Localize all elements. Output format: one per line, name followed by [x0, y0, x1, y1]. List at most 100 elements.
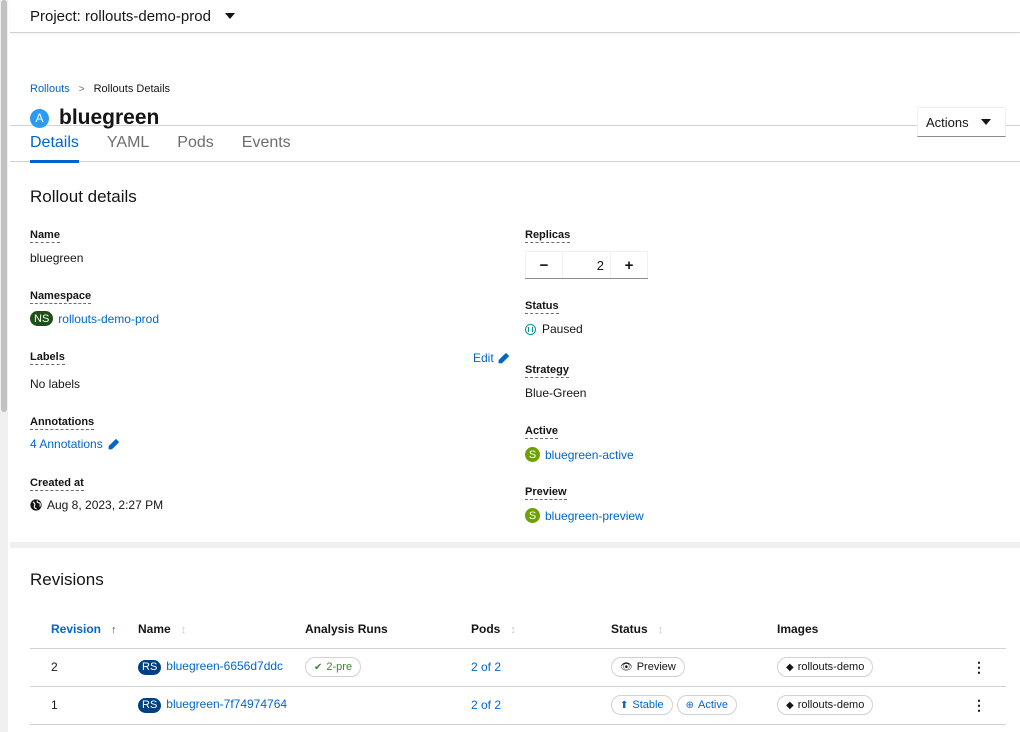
check-icon: ✔ — [314, 661, 323, 673]
name-value: bluegreen — [30, 251, 84, 265]
status-pill-preview: 👁 Preview — [611, 657, 685, 677]
analysis-run-pill[interactable]: ✔ 2-pre — [305, 657, 362, 677]
revision-cell: 2 — [30, 647, 138, 686]
replicaset-badge-icon: RS — [138, 659, 162, 675]
status-text: Paused — [542, 322, 583, 336]
replicas-input[interactable]: 2 — [563, 251, 610, 278]
image-pill: ◆ rollouts-demo — [777, 695, 874, 715]
actions-dropdown[interactable]: Actions — [917, 107, 1006, 137]
eye-icon: 👁 — [620, 661, 633, 673]
breadcrumb: Rollouts > Rollouts Details — [30, 83, 170, 95]
kebab-menu-icon[interactable]: ⋮ — [952, 647, 1006, 686]
preview-service-link[interactable]: bluegreen-preview — [545, 509, 644, 523]
target-icon: ⊕ — [685, 699, 694, 711]
service-badge-icon: S — [525, 508, 540, 523]
name-term: Name — [30, 229, 60, 243]
replicas-plus-button[interactable]: + — [610, 251, 648, 278]
replicaset-link[interactable]: bluegreen-6656d7ddc — [166, 659, 283, 673]
section-divider — [10, 542, 1020, 548]
revision-cell: 1 — [30, 685, 138, 725]
edit-label: Edit — [473, 351, 494, 365]
status-cell: ⬆ Stable ⊕ Active — [611, 685, 777, 725]
table-row: 2 RS bluegreen-6656d7ddc ✔ 2-pre 2 of 2 👁 P… — [30, 647, 1006, 686]
revisions-table: Revision ↑ Name ↕ Analysis Runs Pods ↕ Stat… — [30, 610, 1006, 725]
replicaset-link[interactable]: bluegreen-7f74974764 — [166, 697, 287, 711]
status-cell: 👁 Preview — [611, 647, 777, 686]
globe-icon — [30, 499, 42, 511]
pods-cell: 2 of 2 — [471, 685, 611, 725]
tab-details[interactable]: Details — [30, 126, 79, 163]
rollout-details-title: Rollout details — [30, 187, 137, 206]
project-selector[interactable]: Project: rollouts-demo-prod — [10, 0, 1020, 33]
created-at-text: Aug 8, 2023, 2:27 PM — [47, 498, 164, 512]
sort-icon: ↕ — [510, 623, 516, 636]
scrollbar-thumb[interactable] — [1, 0, 7, 412]
labels-term: Labels — [30, 351, 65, 365]
caret-down-icon — [224, 13, 235, 19]
active-service-link[interactable]: bluegreen-active — [545, 448, 634, 462]
pods-link[interactable]: 2 of 2 — [471, 660, 501, 674]
breadcrumb-current: Rollouts Details — [93, 83, 171, 95]
status-term: Status — [525, 300, 559, 314]
table-row: 1 RS bluegreen-7f74974764 2 of 2 ⬆ Stable ⊕… — [30, 685, 1006, 725]
column-header-revision[interactable]: Revision ↑ — [30, 610, 138, 648]
actions-label: Actions — [926, 114, 969, 130]
preview-term: Preview — [525, 486, 567, 500]
name-cell: RS bluegreen-6656d7ddc — [138, 647, 305, 686]
namespace-link[interactable]: rollouts-demo-prod — [58, 312, 159, 326]
tab-yaml[interactable]: YAML — [107, 126, 149, 162]
replicas-stepper: − 2 + — [525, 251, 648, 279]
active-term: Active — [525, 425, 559, 439]
tab-bar: Details YAML Pods Events — [10, 126, 1020, 163]
column-header-analysis-runs: Analysis Runs — [305, 621, 388, 636]
column-header-status[interactable]: Status ↕ — [611, 610, 777, 648]
pencil-icon — [498, 352, 509, 363]
sort-icon: ↕ — [180, 623, 187, 636]
sort-up-icon: ↑ — [111, 623, 117, 636]
replicas-minus-button[interactable]: − — [525, 251, 563, 278]
status-pill-stable: ⬆ Stable — [611, 695, 673, 715]
preview-value: S bluegreen-preview — [525, 508, 644, 523]
breadcrumb-rollouts-link[interactable]: Rollouts — [30, 83, 70, 95]
page-header: Rollouts > Rollouts Details A bluegreen … — [10, 33, 1020, 137]
images-cell: ◆ rollouts-demo — [777, 647, 952, 686]
active-value: S bluegreen-active — [525, 447, 634, 462]
page-scrollbar[interactable] — [0, 0, 8, 732]
pods-link[interactable]: 2 of 2 — [471, 698, 501, 712]
created-at-term: Created at — [30, 477, 84, 491]
kebab-menu-icon[interactable]: ⋮ — [952, 685, 1006, 725]
analysis-cell — [305, 685, 471, 725]
arrow-up-circle-icon: ⬆ — [620, 699, 629, 711]
labels-value: No labels — [30, 377, 81, 391]
annotations-term: Annotations — [30, 416, 95, 430]
table-header-row: Revision ↑ Name ↕ Analysis Runs Pods ↕ Stat… — [30, 610, 1006, 648]
namespace-badge-icon: NS — [30, 311, 54, 326]
name-cell: RS bluegreen-7f74974764 — [138, 685, 305, 725]
service-badge-icon: S — [525, 447, 540, 462]
rollout-badge-icon: A — [30, 108, 49, 128]
pause-circle-icon — [525, 323, 536, 335]
strategy-term: Strategy — [525, 364, 570, 378]
status-value: Paused — [525, 322, 583, 336]
column-header-name[interactable]: Name ↕ — [138, 610, 305, 648]
column-header-pods[interactable]: Pods ↕ — [471, 610, 611, 648]
tab-events[interactable]: Events — [242, 126, 291, 162]
caret-down-icon — [981, 119, 991, 125]
annotations-link[interactable]: 4 Annotations — [30, 437, 120, 451]
analysis-cell: ✔ 2-pre — [305, 647, 471, 686]
page: Project: rollouts-demo-prod Rollouts > R… — [10, 0, 1020, 732]
revisions-title: Revisions — [30, 570, 104, 589]
column-header-images: Images — [777, 621, 819, 636]
annotations-count: 4 Annotations — [30, 437, 103, 451]
breadcrumb-separator: > — [78, 83, 85, 95]
namespace-value: NS rollouts-demo-prod — [30, 311, 159, 326]
namespace-term: Namespace — [30, 290, 92, 304]
strategy-value: Blue-Green — [525, 386, 587, 400]
pods-cell: 2 of 2 — [471, 647, 611, 686]
cube-icon: ◆ — [786, 699, 794, 711]
status-pill-active: ⊕ Active — [676, 695, 737, 715]
image-pill: ◆ rollouts-demo — [777, 657, 874, 677]
tab-pods[interactable]: Pods — [177, 126, 213, 162]
labels-edit-button[interactable]: Edit — [473, 351, 510, 365]
project-label: Project: rollouts-demo-prod — [30, 7, 211, 25]
